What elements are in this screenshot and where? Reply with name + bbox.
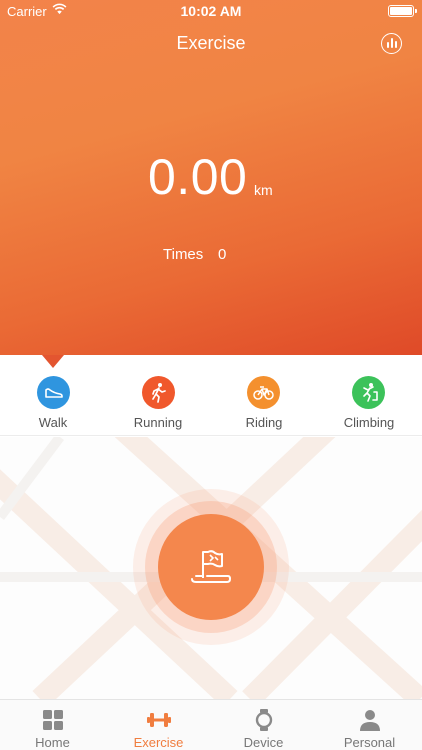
times-value: 0 [218, 246, 227, 263]
mode-label-climbing: Climbing [343, 415, 395, 430]
tab-device[interactable]: Device [211, 700, 316, 750]
mode-label-walk: Walk [38, 415, 68, 430]
shoe-icon [37, 376, 70, 409]
climber-icon [352, 376, 385, 409]
tab-personal[interactable]: Personal [317, 700, 422, 750]
tab-bar: Home Exercise Device Personal [0, 699, 422, 750]
times-label: Times [163, 246, 204, 263]
tab-label-exercise: Exercise [133, 735, 184, 750]
battery-icon [388, 5, 417, 17]
mode-riding[interactable]: Riding [214, 368, 314, 436]
mode-running[interactable]: Running [108, 368, 208, 436]
page-title: Exercise [176, 33, 246, 53]
status-time: 10:02 AM [180, 3, 242, 19]
runner-icon [142, 376, 175, 409]
tab-label-personal: Personal [343, 735, 396, 750]
selection-pointer [42, 355, 64, 368]
dumbbell-icon [147, 713, 171, 727]
tab-label-device: Device [243, 735, 284, 750]
watch-icon [255, 709, 273, 731]
grid-icon [43, 710, 63, 730]
distance-value: 0.00 [148, 149, 248, 205]
start-exercise-button[interactable] [158, 514, 264, 620]
person-icon [360, 710, 380, 731]
mode-label-riding: Riding [245, 415, 283, 430]
distance-display: 0.00 km [0, 148, 422, 212]
flag-icon [191, 550, 232, 583]
tab-home[interactable]: Home [0, 700, 105, 750]
mode-climbing[interactable]: Climbing [319, 368, 419, 436]
exercise-header: Carrier 10:02 AM Exercise 0.00 km Times … [0, 0, 422, 355]
bicycle-icon [247, 376, 280, 409]
bar-chart-icon[interactable] [381, 33, 402, 54]
exercise-mode-selector: Walk Running Riding Climbing [0, 368, 422, 436]
status-bar: Carrier 10:02 AM [0, 0, 422, 22]
tab-label-home: Home [35, 735, 70, 750]
mode-walk[interactable]: Walk [3, 368, 103, 436]
distance-unit: km [254, 182, 273, 198]
mode-label-running: Running [133, 415, 183, 430]
tab-exercise[interactable]: Exercise [106, 700, 211, 750]
